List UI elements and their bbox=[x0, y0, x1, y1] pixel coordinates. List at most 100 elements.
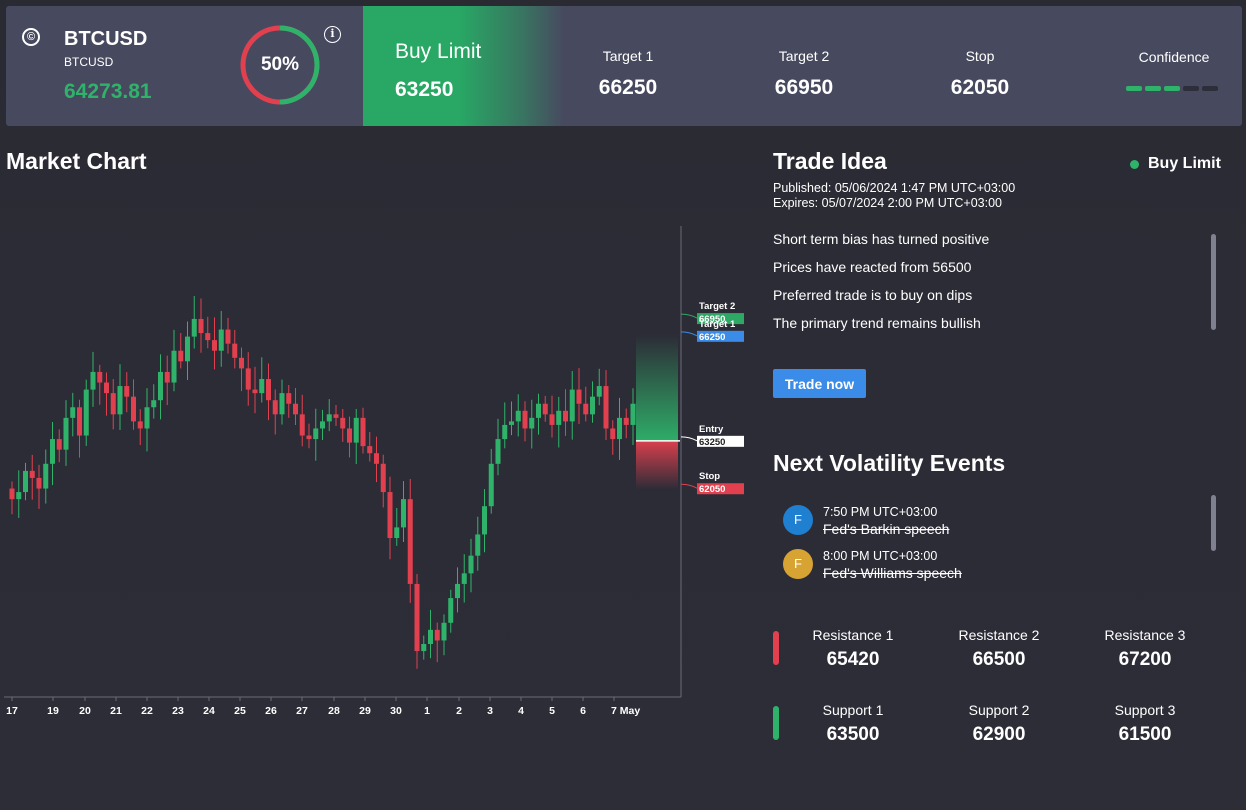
candle-body bbox=[401, 499, 406, 528]
confidence-bar bbox=[1183, 86, 1199, 91]
candle-body bbox=[77, 407, 82, 436]
level-tag-label: Stop bbox=[699, 471, 720, 482]
published-row: Published: 05/06/2024 1:47 PM UTC+03:00 bbox=[773, 181, 1015, 195]
candle-body bbox=[515, 410, 521, 422]
candle-body bbox=[455, 583, 460, 599]
stop-label: Stop bbox=[965, 48, 995, 64]
stop-stat: Stop 62050 bbox=[910, 48, 1050, 100]
candle-body bbox=[488, 463, 494, 507]
target2-label: Target 2 bbox=[778, 48, 830, 64]
candle-body bbox=[299, 414, 305, 436]
candle-body bbox=[509, 421, 514, 425]
target1-stat: Target 1 66250 bbox=[558, 48, 698, 100]
level-label: Resistance 2 bbox=[958, 627, 1040, 643]
trade-point: Preferred trade is to buy on dips bbox=[773, 287, 973, 303]
candle-body bbox=[198, 318, 204, 334]
candle-body bbox=[286, 393, 292, 404]
level-value: 63500 bbox=[826, 724, 880, 745]
candle-body bbox=[623, 417, 629, 425]
candle-body bbox=[313, 428, 319, 440]
candle-body bbox=[16, 492, 22, 500]
level-label: Support 2 bbox=[968, 702, 1030, 718]
current-price: 64273.81 bbox=[64, 80, 152, 103]
candle-body bbox=[441, 622, 447, 641]
candle-body bbox=[414, 583, 420, 652]
candle-body bbox=[279, 393, 285, 415]
candle-body bbox=[306, 435, 312, 440]
level-value: 67200 bbox=[1118, 649, 1172, 670]
candle-body bbox=[495, 439, 501, 464]
confidence-bar bbox=[1145, 86, 1161, 91]
candle-body bbox=[144, 407, 150, 429]
event-avatar: F bbox=[783, 505, 813, 535]
info-icon[interactable]: i bbox=[324, 26, 341, 43]
support-2: Support 2 62900 bbox=[924, 702, 1074, 746]
candle-body bbox=[225, 329, 231, 344]
x-tick-label: 3 bbox=[487, 705, 493, 717]
candle-body bbox=[380, 463, 386, 493]
x-tick-label: 5 bbox=[549, 705, 555, 717]
x-tick-label: 25 bbox=[234, 705, 246, 717]
candle-body bbox=[36, 477, 42, 489]
candle-body bbox=[583, 403, 589, 415]
trade-idea-scrollbar[interactable] bbox=[1211, 234, 1216, 330]
candle-body bbox=[320, 421, 325, 429]
header-bar: © BTCUSD BTCUSD 64273.81 50% i Buy Limit… bbox=[6, 6, 1242, 126]
candle-body bbox=[191, 318, 197, 337]
candle-body bbox=[252, 389, 258, 394]
x-tick-label: 24 bbox=[203, 705, 215, 717]
candle-body bbox=[387, 492, 393, 538]
market-chart[interactable]: Target 266950Target 166250Entry63250Stop… bbox=[0, 220, 760, 720]
volatility-title: Next Volatility Events bbox=[773, 450, 1006, 476]
events-scrollbar[interactable] bbox=[1211, 495, 1216, 551]
level-value: 62900 bbox=[972, 724, 1026, 745]
x-tick-label: 21 bbox=[110, 705, 122, 717]
confidence-percent: 50% bbox=[260, 54, 300, 75]
support-1: Support 1 63500 bbox=[778, 702, 928, 746]
candle-body bbox=[56, 439, 62, 450]
stop-value: 62050 bbox=[950, 76, 1010, 99]
candle-body bbox=[23, 470, 28, 493]
candle-body bbox=[468, 555, 474, 574]
x-tick-label: 26 bbox=[265, 705, 277, 717]
candle-body bbox=[43, 463, 49, 489]
expires-date: 05/07/2024 2:00 PM UTC+03:00 bbox=[821, 196, 1002, 210]
candle-body bbox=[529, 417, 535, 429]
published-label: Published: bbox=[773, 181, 832, 195]
candle-body bbox=[131, 396, 136, 422]
x-tick-label: 7 May bbox=[611, 705, 640, 717]
x-tick-label: 2 bbox=[456, 705, 462, 717]
x-tick-label: 19 bbox=[47, 705, 59, 717]
candle-body bbox=[333, 414, 339, 418]
confidence-bar bbox=[1202, 86, 1218, 91]
candle-body bbox=[97, 371, 103, 383]
candle-body bbox=[522, 410, 528, 429]
confidence-label: Confidence bbox=[1138, 49, 1210, 65]
resistance-3: Resistance 3 67200 bbox=[1070, 627, 1220, 671]
trade-point: Short term bias has turned positive bbox=[773, 231, 990, 247]
candle-body bbox=[117, 386, 123, 415]
x-tick-label: 30 bbox=[390, 705, 402, 717]
level-tag-value: 63250 bbox=[699, 437, 725, 448]
candle-body bbox=[630, 403, 636, 425]
candle-body bbox=[394, 527, 400, 538]
level-label: Support 1 bbox=[822, 702, 884, 718]
level-connector bbox=[680, 331, 698, 337]
x-tick-label: 27 bbox=[296, 705, 308, 717]
level-label: Support 3 bbox=[1114, 702, 1176, 718]
confidence-bar bbox=[1126, 86, 1142, 91]
candle-body bbox=[29, 470, 35, 478]
trade-now-button[interactable]: Trade now bbox=[773, 369, 866, 398]
candle-body bbox=[272, 400, 278, 415]
event-name: Fed's Barkin speech bbox=[823, 521, 950, 537]
candle-body bbox=[63, 417, 69, 450]
candle-body bbox=[212, 340, 217, 351]
trade-point: The primary trend remains bullish bbox=[773, 315, 981, 331]
candle-body bbox=[428, 629, 433, 644]
candle-body bbox=[9, 488, 15, 500]
x-tick-label: 17 bbox=[6, 705, 18, 717]
candle-body bbox=[448, 598, 454, 623]
level-value: 61500 bbox=[1118, 724, 1172, 745]
candle-body bbox=[90, 371, 96, 390]
target2-stat: Target 2 66950 bbox=[734, 48, 874, 100]
